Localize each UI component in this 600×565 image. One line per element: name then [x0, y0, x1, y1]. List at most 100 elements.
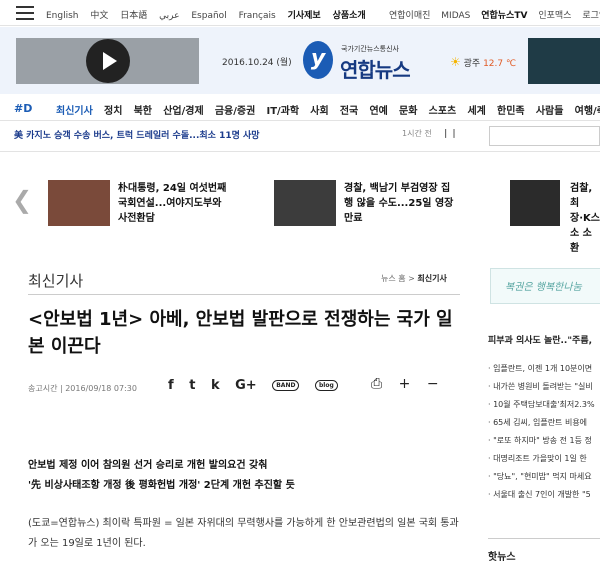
googleplus-icon[interactable]: G+ — [235, 378, 257, 393]
top-bar: English 中文 日本語 عربي Español Français 기사제… — [0, 0, 600, 26]
kakao-icon[interactable]: k — [211, 378, 220, 393]
yonhap-logo-icon[interactable]: y — [303, 41, 333, 79]
sun-icon: ☀ — [450, 55, 461, 69]
menu-icon[interactable] — [16, 6, 34, 20]
print-icon[interactable]: ⎙ — [371, 376, 382, 392]
nav-society[interactable]: 사회 — [310, 106, 328, 117]
nav-economy[interactable]: 산업/경제 — [163, 106, 203, 117]
report-link[interactable]: 기사제보 — [288, 11, 321, 21]
nav-finance[interactable]: 금융/증권 — [215, 106, 255, 117]
infomax-link[interactable]: 인포맥스 — [538, 11, 571, 21]
weather-temp: 12.7 ℃ — [483, 59, 517, 69]
nav-items: 최신기사 정치 북한 산업/경제 금융/증권 IT/과학 사회 전국 연예 문화… — [56, 102, 600, 117]
login-link[interactable]: 로그인 — [582, 11, 600, 21]
carousel-item[interactable]: 경찰, 백남기 부검영장 집 행 않을 수도...25일 영장 만료 — [274, 180, 453, 226]
carousel-thumb[interactable] — [274, 180, 336, 226]
share-bar: f t k G+ BAND blog — [168, 378, 349, 393]
nav-sports[interactable]: 스포츠 — [429, 106, 457, 117]
nav-latest[interactable]: 최신기사 — [56, 106, 93, 117]
sidebar: 복권은 행복한나눔 피부과 의사도 놀란.."주름, 임플란트, 이젠 1개 1… — [468, 248, 600, 565]
list-item[interactable]: 65세 김씨, 임플란트 비용에 — [488, 414, 595, 432]
lang-english[interactable]: English — [46, 11, 79, 21]
breadcrumb: 뉴스 홈 > 최신기사 — [381, 274, 447, 283]
midas-link[interactable]: MIDAS — [441, 11, 470, 21]
top-right-links: 연합이매진 MIDAS 연합뉴스TV 인포맥스 로그인 — [389, 8, 600, 21]
hot-news-title: 핫뉴스 — [488, 552, 516, 563]
carousel-text[interactable]: 朴대통령, 24일 여섯번째 국회연설...여야지도부와 사전환담 — [118, 181, 248, 226]
nav-world[interactable]: 세계 — [467, 106, 485, 117]
carousel-thumb[interactable] — [510, 180, 560, 226]
lang-arabic[interactable]: عربي — [159, 11, 179, 21]
carousel-line: 만료 — [344, 213, 363, 224]
video-thumbnail[interactable] — [16, 38, 199, 84]
list-item[interactable]: 내가쓴 병원비 돌려받는 "실비 — [488, 378, 595, 396]
subheading: '先 비상사태조항 개정 後 평화헌법 개정' 2단계 개헌 추진할 듯 — [28, 480, 295, 491]
article-tools: ⎙ + − — [371, 376, 451, 392]
pause-icon[interactable]: | | — [444, 129, 457, 139]
section-title: 최신기사 — [28, 272, 84, 290]
band-icon[interactable]: BAND — [272, 380, 300, 391]
lang-japanese[interactable]: 日本語 — [120, 11, 147, 21]
yonhaptv-link[interactable]: 연합뉴스TV — [481, 11, 527, 21]
nav-northkorea[interactable]: 북한 — [134, 106, 152, 117]
main-nav: #D 최신기사 정치 북한 산업/경제 금융/증권 IT/과학 사회 전국 연예… — [0, 95, 600, 121]
breadcrumb-home[interactable]: 뉴스 홈 — [381, 274, 406, 283]
nav-entertainment[interactable]: 연예 — [369, 106, 387, 117]
lang-spanish[interactable]: Español — [191, 11, 226, 21]
play-icon[interactable] — [86, 39, 130, 83]
divider — [488, 538, 600, 539]
nav-culture[interactable]: 문화 — [399, 106, 417, 117]
sidebar-list: 임플란트, 이젠 1개 10분이면 내가쓴 병원비 돌려받는 "실비 10월 주… — [488, 360, 595, 504]
carousel-thumb[interactable] — [48, 180, 110, 226]
list-item[interactable]: 서울대 출신 7인이 개발한 "5 — [488, 486, 595, 504]
facebook-icon[interactable]: f — [168, 378, 174, 393]
nav-people[interactable]: 사람들 — [536, 106, 564, 117]
carousel-item[interactable]: 검찰, 최 장·K스 소 소환 — [510, 180, 600, 254]
divider — [28, 294, 460, 295]
nav-korean-diaspora[interactable]: 한민족 — [497, 106, 525, 117]
chevron-left-icon[interactable]: ❮ — [12, 186, 32, 214]
nav-regional[interactable]: 전국 — [340, 106, 358, 117]
search-input[interactable] — [489, 126, 600, 146]
sidebar-headline[interactable]: 피부과 의사도 놀란.."주름, — [488, 333, 592, 346]
ad-banner[interactable]: 복권은 행복한나눔 — [490, 268, 600, 304]
imazine-link[interactable]: 연합이매진 — [389, 11, 430, 21]
list-item[interactable]: "로또 하지마" 방송 전 1등 정 — [488, 432, 595, 450]
products-link[interactable]: 상품소개 — [333, 11, 366, 21]
news-carousel: ❮ 朴대통령, 24일 여섯번째 국회연설...여야지도부와 사전환담 경찰, … — [0, 153, 600, 254]
carousel-text[interactable]: 검찰, 최 장·K스 소 소환 — [570, 181, 600, 256]
breadcrumb-current[interactable]: 최신기사 — [417, 274, 446, 283]
carousel-line: 행 않을 수도...25일 영장 — [344, 198, 454, 209]
carousel-line: 국회연설...여야지도부와 — [118, 198, 222, 209]
nav-travel[interactable]: 여행/축제 — [575, 106, 600, 117]
ticker-time: 1시간 전 — [402, 129, 432, 138]
carousel-item[interactable]: 朴대통령, 24일 여섯번째 국회연설...여야지도부와 사전환담 — [48, 180, 226, 226]
header-banner: 2016.10.24 (월) y 국가기간뉴스통신사 연합뉴스 ☀ 광주 12.… — [0, 27, 600, 94]
font-increase-icon[interactable]: + — [399, 376, 411, 392]
twitter-icon[interactable]: t — [189, 378, 195, 393]
list-item[interactable]: 10월 주택담보대출'최저2.3% — [488, 396, 595, 414]
current-date: 2016.10.24 (월) — [222, 58, 292, 68]
banner-image[interactable] — [528, 38, 600, 84]
nav-it[interactable]: IT/과학 — [266, 106, 299, 117]
logo-subtitle: 국가기간뉴스통신사 — [341, 45, 399, 53]
article-subheadings: 안보법 제정 이어 참의원 선거 승리로 개헌 발의요건 갖춰 '先 비상사태조… — [28, 456, 295, 496]
lang-french[interactable]: Français — [239, 11, 276, 21]
carousel-line: 검찰, 최 — [570, 183, 593, 209]
hashtag-link[interactable]: #D — [14, 102, 32, 115]
carousel-line: 사전환담 — [118, 213, 155, 224]
breaking-ticker: 美 카지노 승객 수송 버스, 트럭 드레일러 수돌...최소 11명 사망 1… — [0, 122, 600, 152]
article-headline: <안보법 1년> 아베, 안보법 발판으로 전쟁하는 국가 일본 이끈다 — [28, 309, 453, 357]
list-item[interactable]: "당뇨", "현미밥" 먹지 마세요 — [488, 468, 595, 486]
language-list: English 中文 日本語 عربي Español Français 기사제… — [46, 8, 375, 21]
ticker-headline[interactable]: 美 카지노 승객 수송 버스, 트럭 드레일러 수돌...최소 11명 사망 — [14, 128, 260, 141]
carousel-text[interactable]: 경찰, 백남기 부검영장 집 행 않을 수도...25일 영장 만료 — [344, 181, 474, 226]
list-item[interactable]: 임플란트, 이젠 1개 10분이면 — [488, 360, 595, 378]
font-decrease-icon[interactable]: − — [427, 376, 439, 392]
lang-chinese[interactable]: 中文 — [90, 11, 108, 21]
list-item[interactable]: 대명리조트 가을맞이 1일 한 — [488, 450, 595, 468]
carousel-line: 朴대통령, 24일 여섯번째 — [118, 183, 227, 194]
nav-politics[interactable]: 정치 — [104, 106, 122, 117]
blog-icon[interactable]: blog — [314, 380, 338, 391]
site-logo[interactable]: 연합뉴스 — [340, 54, 411, 83]
